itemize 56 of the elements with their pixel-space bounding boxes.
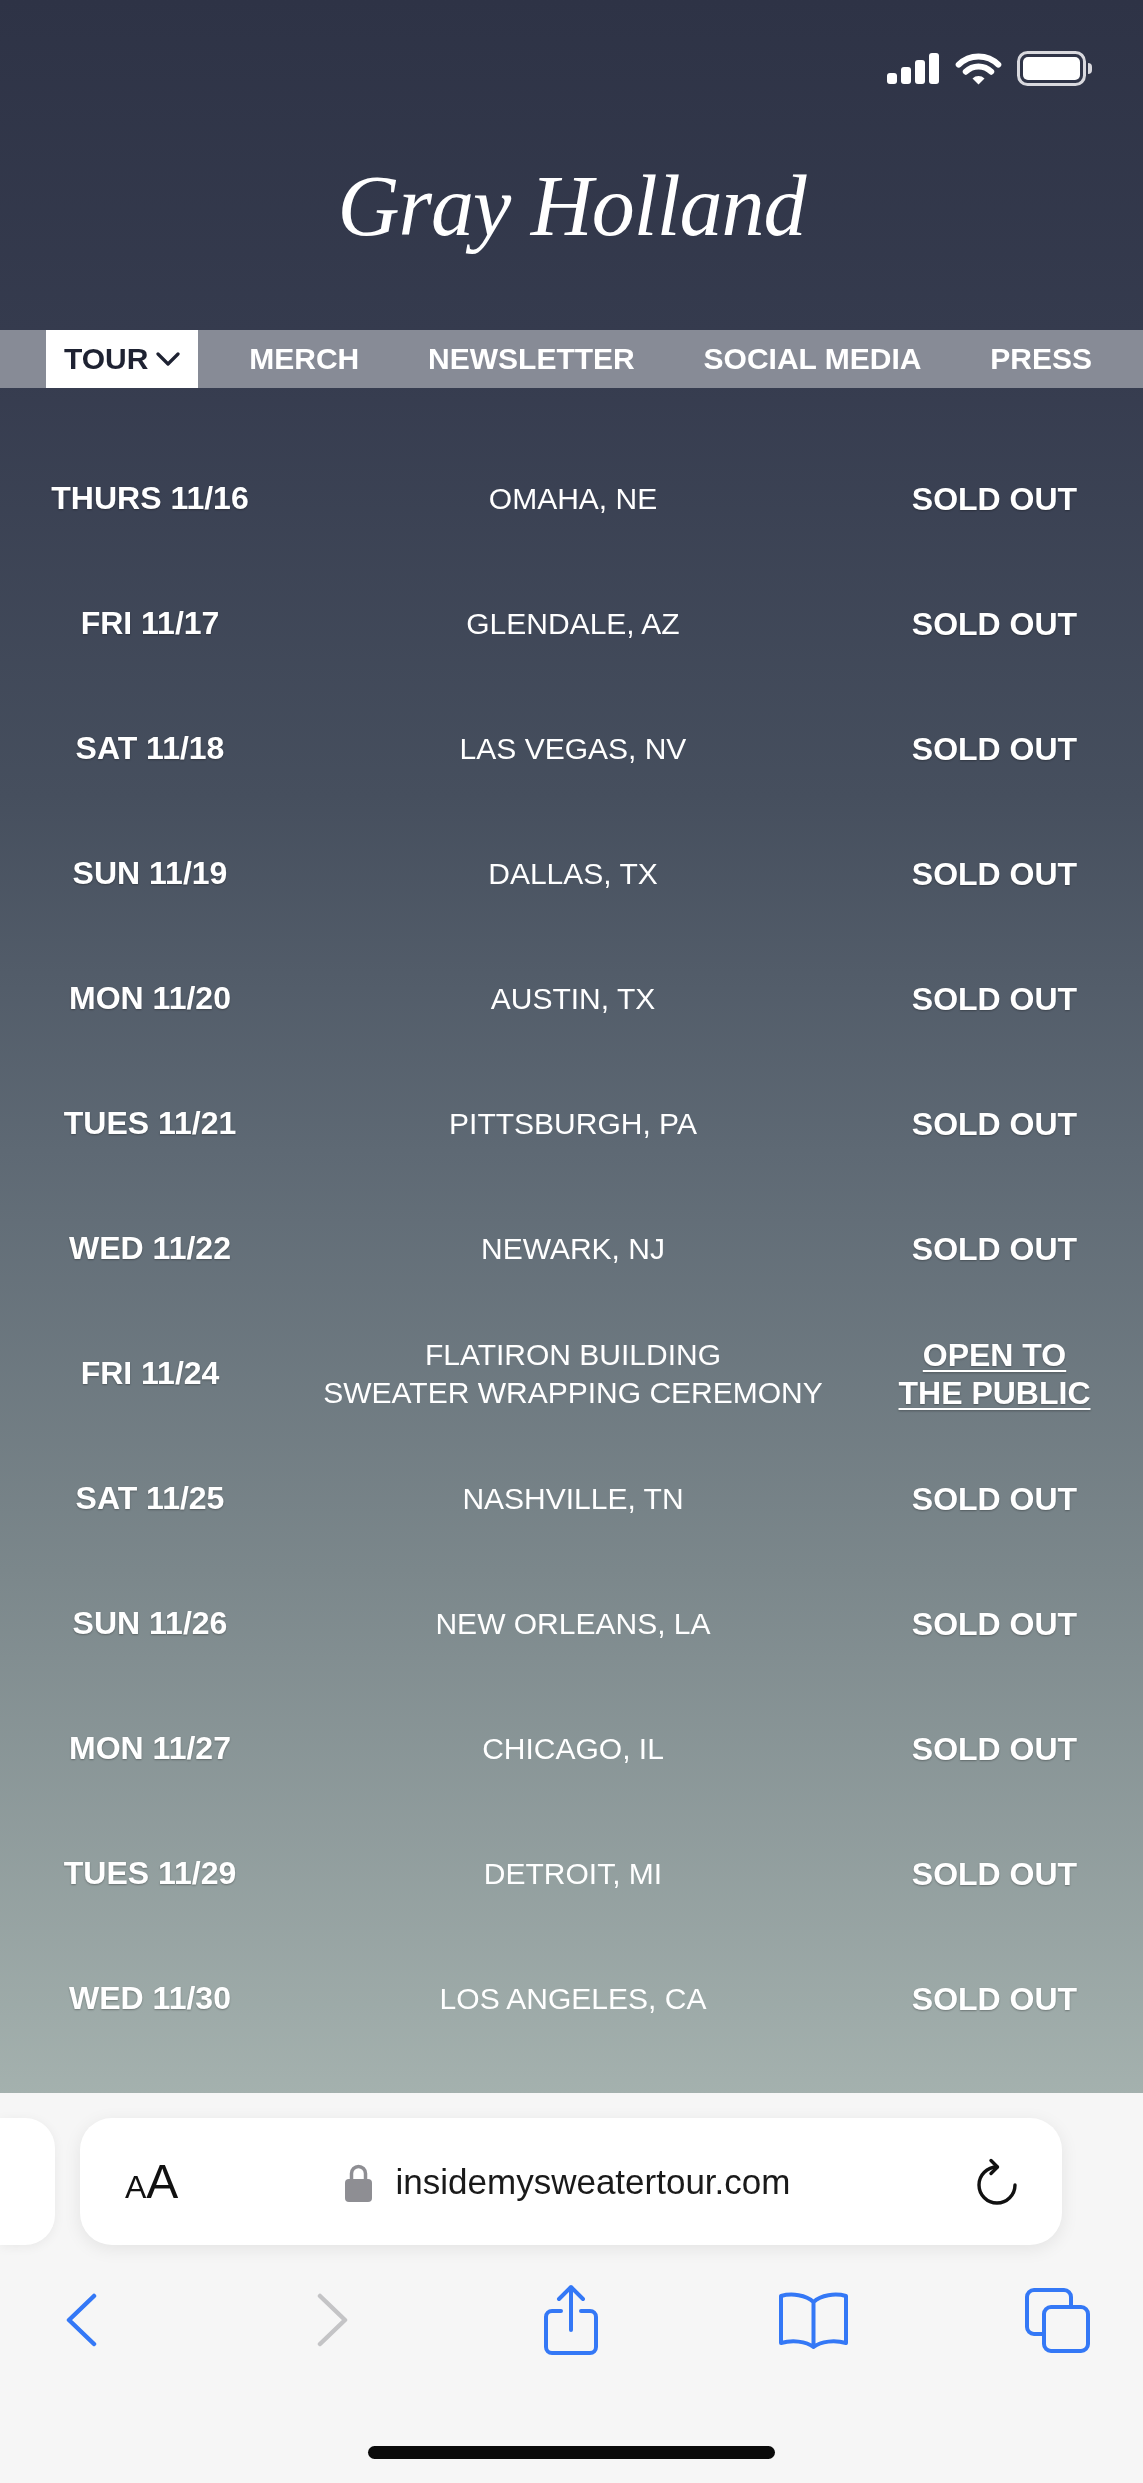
tour-venue: NASHVILLE, TN [462, 1480, 684, 1517]
reload-icon[interactable] [974, 2157, 1020, 2206]
tour-venue: DALLAS, TX [488, 855, 658, 892]
tour-date: WED 11/30 [69, 1980, 231, 2017]
wifi-icon [953, 50, 1004, 86]
sold-out-label: SOLD OUT [911, 479, 1078, 518]
signal-icon [887, 52, 940, 84]
tour-date: MON 11/27 [69, 1730, 231, 1767]
sold-out-label: SOLD OUT [911, 1854, 1078, 1893]
tour-venue: OMAHA, NE [488, 480, 658, 517]
tour-venue: GLENDALE, AZ [466, 605, 680, 642]
battery-icon [1017, 50, 1093, 86]
tour-date: SUN 11/26 [72, 1605, 228, 1642]
nav-tab[interactable]: TOUR [46, 330, 199, 388]
tour-date: THURS 11/16 [51, 480, 249, 517]
tour-date: SAT 11/25 [75, 1480, 225, 1517]
tour-date: MON 11/20 [69, 980, 231, 1017]
tour-date: TUES 11/29 [63, 1855, 237, 1892]
text-size-button[interactable]: AA [125, 2154, 179, 2209]
tour-date: WED 11/22 [69, 1230, 231, 1267]
sold-out-label: SOLD OUT [911, 1229, 1078, 1268]
tour-date: FRI 11/17 [80, 605, 220, 642]
nav-tab[interactable]: NEWSLETTER [410, 330, 653, 388]
nav-tab[interactable]: PRESS [972, 330, 1110, 388]
tabs-icon[interactable] [1023, 2286, 1091, 2354]
sold-out-label: SOLD OUT [911, 1729, 1078, 1768]
sold-out-label: SOLD OUT [911, 854, 1078, 893]
sold-out-label: SOLD OUT [911, 1604, 1078, 1643]
ticket-link[interactable]: OPEN TO THE PUBLIC [898, 1335, 1091, 1412]
tour-date: SAT 11/18 [75, 730, 225, 767]
tour-date: FRI 11/24 [80, 1355, 220, 1392]
sold-out-label: SOLD OUT [911, 1979, 1078, 2018]
share-icon[interactable] [543, 2284, 599, 2356]
sold-out-label: SOLD OUT [911, 1104, 1078, 1143]
back-icon[interactable] [64, 2293, 98, 2347]
tour-venue: FLATIRON BUILDING SWEATER WRAPPING CEREMONY [323, 1336, 823, 1411]
tour-venue: PITTSBURGH, PA [449, 1105, 697, 1142]
nav-tab[interactable]: SOCIAL MEDIA [685, 330, 940, 388]
bookmarks-icon[interactable] [777, 2290, 849, 2350]
address-bar[interactable]: AA insidemysweatertour.com [80, 2118, 1062, 2245]
tour-venue: LAS VEGAS, NV [459, 730, 687, 767]
tour-venue: NEWARK, NJ [481, 1230, 665, 1267]
sold-out-label: SOLD OUT [911, 604, 1078, 643]
tour-venue: CHICAGO, IL [482, 1730, 664, 1767]
sold-out-label: SOLD OUT [911, 729, 1078, 768]
sold-out-label: SOLD OUT [911, 979, 1078, 1018]
tour-venue: LOS ANGELES, CA [439, 1980, 707, 2017]
tour-venue: NEW ORLEANS, LA [435, 1605, 711, 1642]
tour-venue: DETROIT, MI [483, 1855, 663, 1892]
tour-date: SUN 11/19 [72, 855, 228, 892]
nav-tab[interactable]: MERCH [231, 330, 378, 388]
tour-venue: AUSTIN, TX [490, 980, 656, 1017]
site-logo[interactable]: Gray Holland [337, 141, 806, 271]
sold-out-label: SOLD OUT [911, 1479, 1078, 1518]
url-text: insidemysweatertour.com [395, 2161, 791, 2202]
tour-date: TUES 11/21 [63, 1105, 237, 1142]
